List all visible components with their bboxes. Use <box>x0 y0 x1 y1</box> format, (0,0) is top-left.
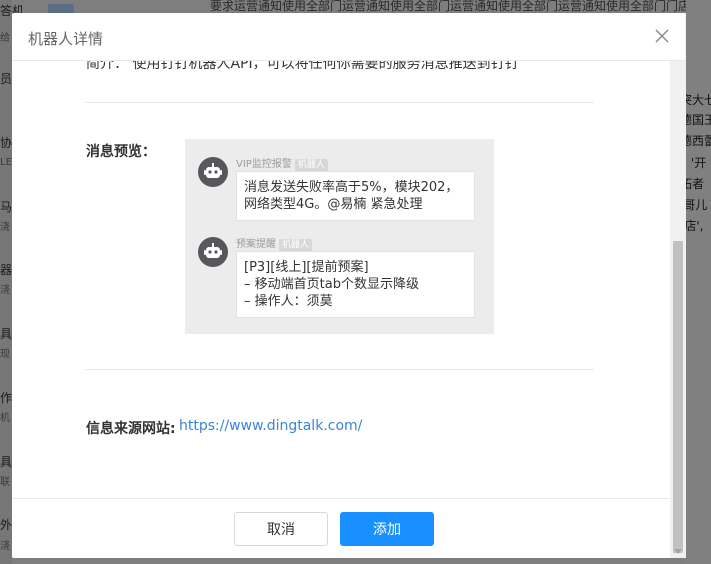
close-icon <box>655 29 669 43</box>
divider <box>85 102 594 103</box>
robot-avatar-icon <box>198 237 228 267</box>
robot-avatar-icon <box>198 157 228 187</box>
divider <box>85 369 594 370</box>
modal-footer: 取消 添加 <box>12 498 685 558</box>
sender-label: VIP监控报警 <box>236 159 292 170</box>
background-text: 员 <box>0 72 13 86</box>
scroll-down-arrow-icon[interactable] <box>674 549 682 554</box>
background-text: 马 <box>0 200 13 214</box>
modal-body: 简介： 使用钉钉机器人API，可以将任何你需要的服务消息推送到钉钉 消息预览： <box>12 61 685 498</box>
background-text: 作 <box>0 391 13 405</box>
modal-title: 机器人详情 <box>28 30 104 48</box>
message-bubble: 消息发送失败率高于5%，模块202， 网络类型4G。@易楠 紧急处理 <box>236 171 475 221</box>
background-text: 浇 <box>0 285 10 296</box>
cancel-button[interactable]: 取消 <box>234 512 328 546</box>
modal-header: 机器人详情 <box>12 13 685 61</box>
background-top-text: 要求运营通知使用全部门运营通知使用全部门运营通知使用全部门运营通知使用全部门门店… <box>210 0 686 12</box>
background-text: 浇 <box>0 541 10 552</box>
background-text: 器 <box>0 263 13 277</box>
scroll-thumb[interactable] <box>673 241 683 553</box>
background-text: 机 <box>0 413 10 424</box>
close-button[interactable] <box>653 27 671 45</box>
source-label: 信息来源网站: <box>86 421 176 437</box>
add-button[interactable]: 添加 <box>340 512 434 546</box>
background-text: 联 <box>0 477 10 488</box>
source-link[interactable]: https://www.dingtalk.com/ <box>179 418 362 434</box>
message-bubble: [P3][线上][提前预案] – 移动端首页tab个数显示降级 – 操作人：须莫 <box>236 251 475 318</box>
background-text: 浇 <box>0 222 10 233</box>
robot-badge: 机器人 <box>279 239 313 251</box>
page-scrollbar[interactable] <box>670 13 686 558</box>
description-text: 简介： 使用钉钉机器人API，可以将任何你需要的服务消息推送到钉钉 <box>86 61 519 72</box>
robot-badge: 机器人 <box>294 159 328 171</box>
background-text: 具 <box>0 455 13 469</box>
background-text: 给 <box>0 33 10 44</box>
robot-detail-modal: 机器人详情 简介： 使用钉钉机器人API，可以将任何你需要的服务消息推送到钉钉 … <box>12 13 685 558</box>
sender-name: VIP监控报警 机器人 <box>236 155 328 171</box>
background-right-panel <box>686 0 711 564</box>
background-text: 外 <box>0 518 13 532</box>
background-text: 现 <box>0 349 10 360</box>
background-text: LE <box>0 157 12 168</box>
background-text: 具 <box>0 327 13 341</box>
message-preview: VIP监控报警 机器人 消息发送失败率高于5%，模块202， 网络类型4G。@易楠… <box>185 139 494 334</box>
sender-name: 预案提醒 机器人 <box>236 235 313 251</box>
preview-label: 消息预览： <box>86 144 156 160</box>
sender-label: 预案提醒 <box>236 239 276 250</box>
background-text: 协 <box>0 136 13 150</box>
